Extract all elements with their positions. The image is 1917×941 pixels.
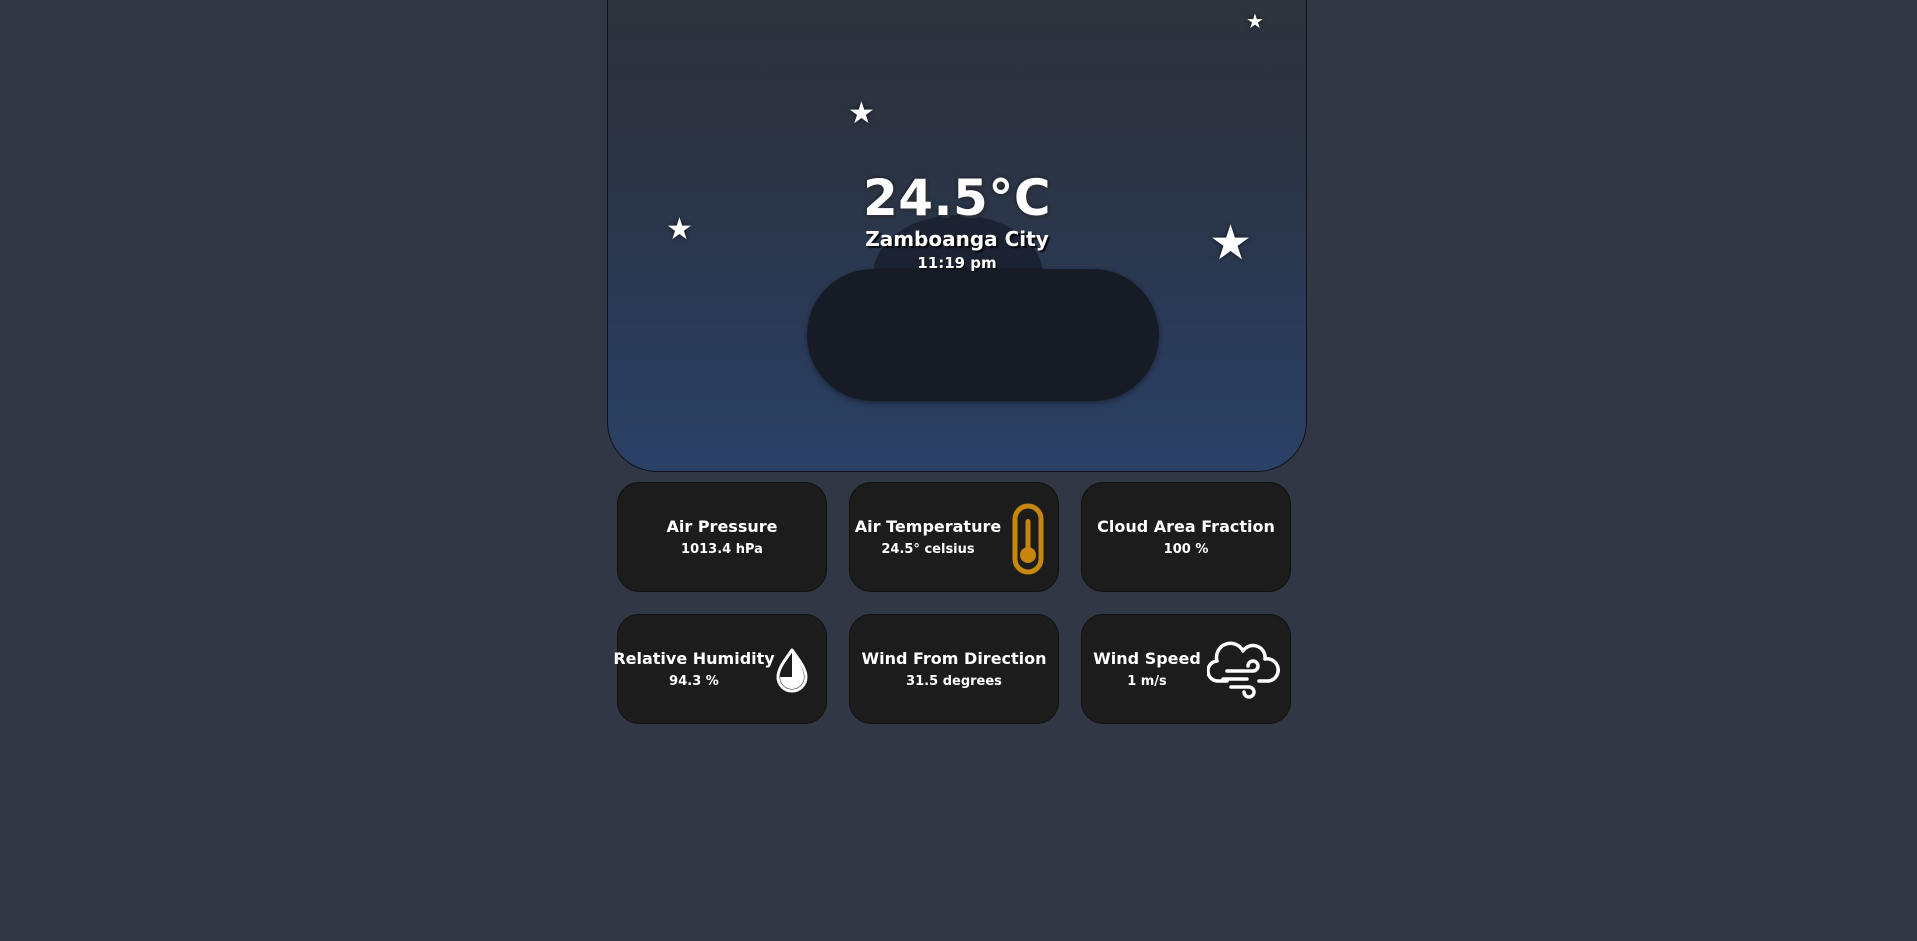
current-temperature: 24.5°C	[862, 169, 1052, 227]
card-title: Wind From Direction	[861, 649, 1047, 668]
city-name: Zamboanga City	[865, 227, 1049, 251]
local-time: 11:19 pm	[917, 254, 997, 272]
card-title: Air Temperature	[854, 517, 1002, 536]
thermometer-icon	[1012, 503, 1044, 575]
weather-hero-panel: ★ ★ ★ ★ 24.5°C Zamboanga City 11:19 pm	[607, 0, 1307, 472]
cloud-area-fraction-card: Cloud Area Fraction 100 %	[1081, 482, 1291, 592]
card-title: Wind Speed	[1093, 649, 1201, 668]
card-value: 24.5° celsius	[881, 542, 975, 557]
card-value: 31.5 degrees	[906, 674, 1002, 689]
wind-direction-card: Wind From Direction 31.5 degrees	[849, 614, 1059, 724]
card-value: 94.3 %	[669, 674, 719, 689]
card-value: 100 %	[1163, 542, 1209, 557]
card-title: Relative Humidity	[613, 649, 775, 668]
wind-speed-card: Wind Speed 1 m/s	[1081, 614, 1291, 724]
cloud-icon	[807, 269, 1159, 401]
windy-cloud-icon	[1207, 641, 1280, 699]
card-title: Air Pressure	[666, 517, 778, 536]
card-value: 1 m/s	[1127, 674, 1167, 689]
card-value: 1013.4 hPa	[681, 542, 763, 557]
card-title: Cloud Area Fraction	[1097, 517, 1275, 536]
air-temperature-card: Air Temperature 24.5° celsius	[849, 482, 1059, 592]
star-icon: ★	[1246, 9, 1264, 33]
relative-humidity-card: Relative Humidity 94.3 %	[613, 614, 827, 724]
air-pressure-card: Air Pressure 1013.4 hPa	[617, 482, 827, 592]
water-drop-icon	[776, 648, 808, 693]
star-icon: ★	[848, 96, 875, 131]
